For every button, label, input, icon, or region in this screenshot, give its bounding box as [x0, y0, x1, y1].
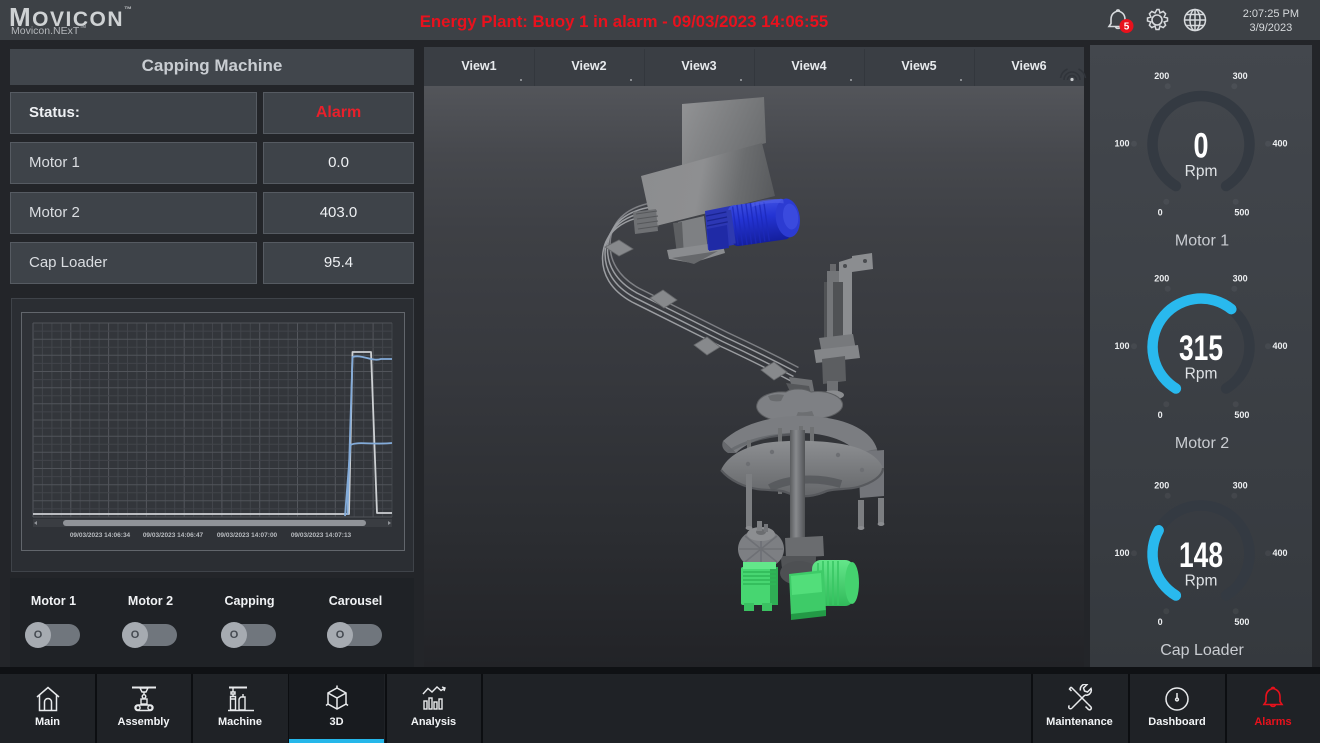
svg-text:400: 400 [1272, 341, 1287, 351]
svg-text:100: 100 [1114, 341, 1129, 351]
svg-text:315: 315 [1179, 329, 1223, 368]
svg-text:0: 0 [1158, 207, 1163, 217]
svg-text:200: 200 [1154, 274, 1169, 284]
svg-text:Rpm: Rpm [1185, 573, 1218, 590]
svg-text:400: 400 [1272, 139, 1287, 149]
svg-text:500: 500 [1234, 207, 1249, 217]
svg-text:Motor 2: Motor 2 [1175, 435, 1229, 452]
svg-text:500: 500 [1234, 410, 1249, 420]
svg-text:300: 300 [1233, 274, 1248, 284]
svg-text:Motor 1: Motor 1 [1175, 233, 1229, 250]
svg-text:5: 5 [1124, 22, 1130, 33]
svg-text:100: 100 [1114, 548, 1129, 558]
svg-text:500: 500 [1234, 617, 1249, 627]
svg-text:Rpm: Rpm [1185, 163, 1218, 180]
svg-text:200: 200 [1154, 481, 1169, 491]
svg-text:100: 100 [1114, 139, 1129, 149]
svg-text:0: 0 [1158, 617, 1163, 627]
svg-text:400: 400 [1272, 548, 1287, 558]
svg-text:0: 0 [1194, 127, 1209, 166]
svg-text:200: 200 [1154, 71, 1169, 81]
svg-text:300: 300 [1233, 71, 1248, 81]
svg-text:300: 300 [1233, 481, 1248, 491]
svg-text:0: 0 [1158, 410, 1163, 420]
svg-text:Cap Loader: Cap Loader [1160, 642, 1244, 659]
svg-text:148: 148 [1179, 536, 1223, 575]
svg-text:Rpm: Rpm [1185, 366, 1218, 383]
